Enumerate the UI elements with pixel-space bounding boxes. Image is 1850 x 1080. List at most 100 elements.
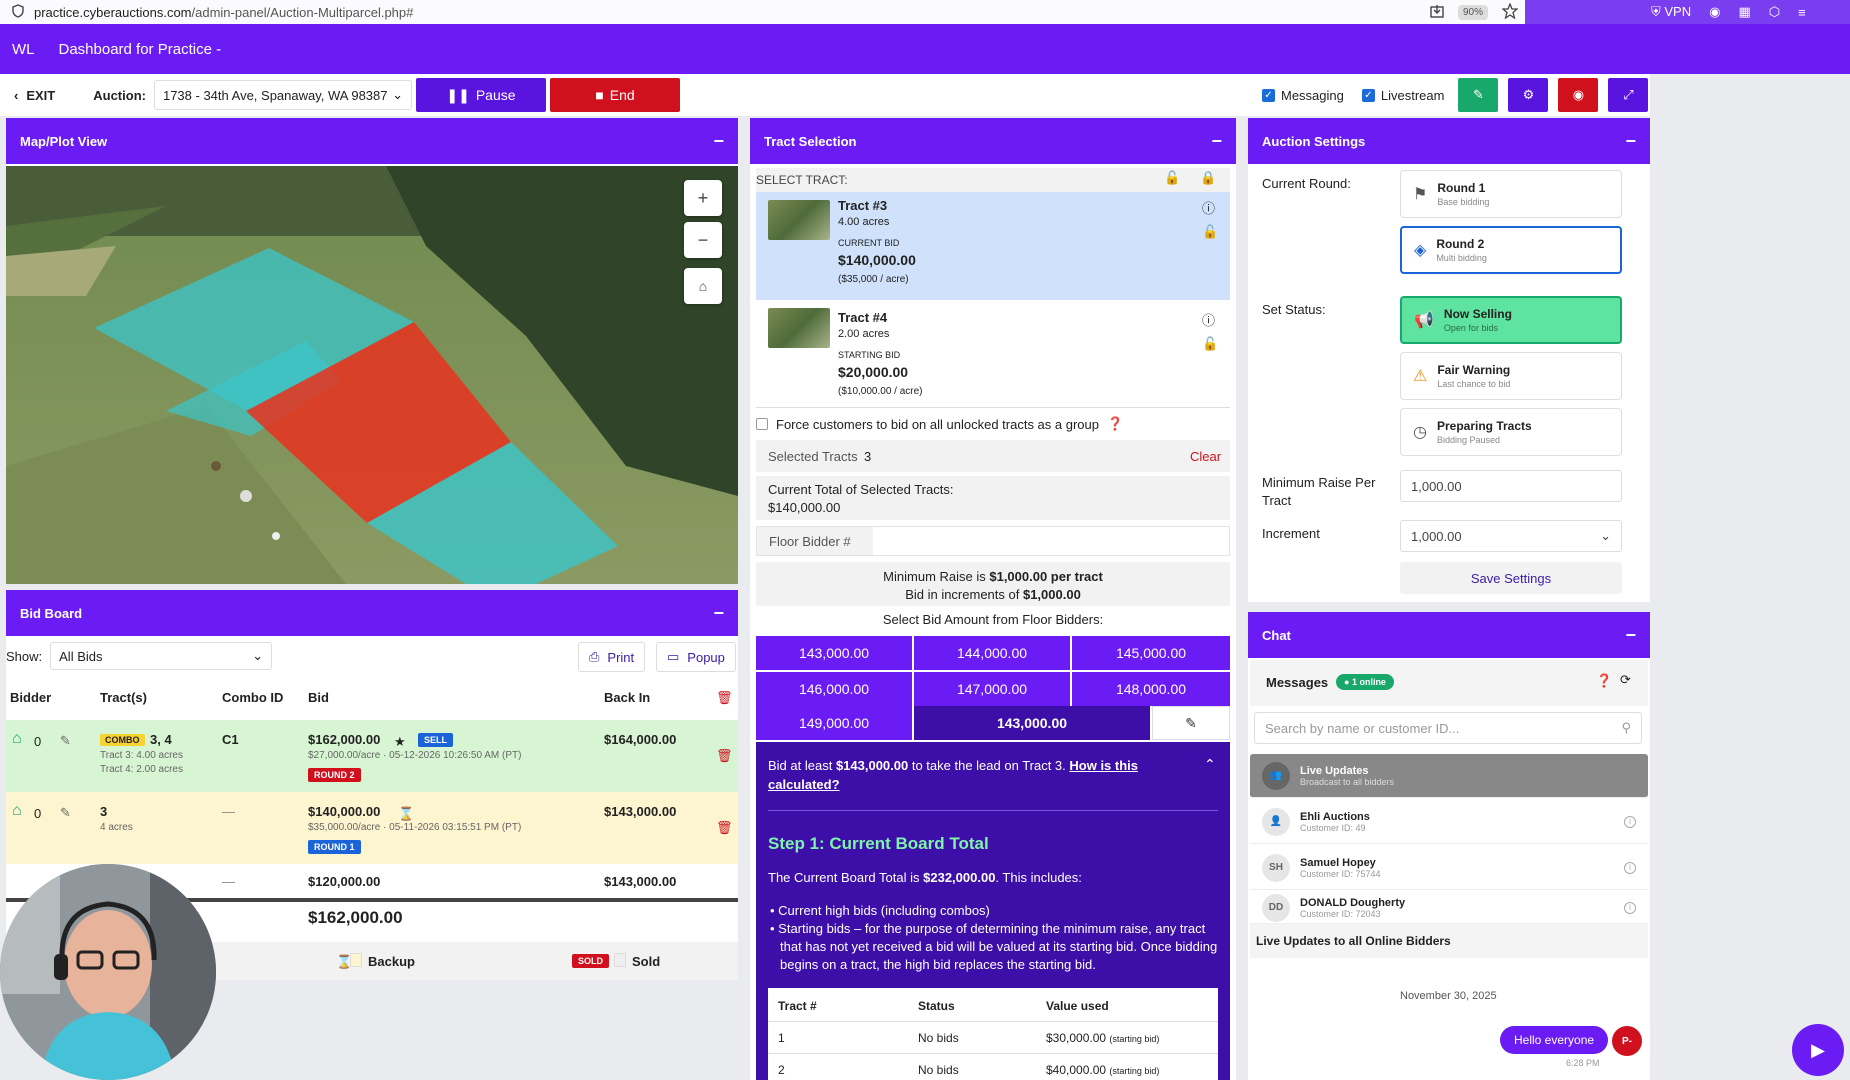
star-icon[interactable] — [1501, 2, 1519, 22]
chevron-up-icon[interactable]: ⌃ — [1204, 756, 1216, 773]
preview-button[interactable]: ◉ — [1558, 78, 1599, 112]
lock-all-icon[interactable]: 🔒 — [1200, 170, 1216, 186]
column-header: Status — [918, 999, 955, 1013]
minimize-icon[interactable]: − — [1625, 625, 1636, 646]
gear-icon: ⚙ — [1522, 87, 1535, 102]
zoom-out-button[interactable]: − — [684, 222, 722, 258]
pause-button[interactable]: ❚❚ Pause — [415, 78, 546, 112]
bid-amount-button[interactable]: 148,000.00 — [1072, 672, 1230, 706]
download-icon[interactable] — [1430, 4, 1444, 21]
bid-amount-button[interactable]: 145,000.00 — [1072, 636, 1230, 670]
chat-item-live-updates[interactable]: 👥 Live Updates Broadcast to all bidders — [1250, 754, 1648, 798]
chat-item[interactable]: SH Samuel Hopey Customer ID: 75744 i — [1250, 846, 1648, 890]
status-sub: Last chance to bid — [1437, 379, 1511, 389]
minimize-icon[interactable]: − — [713, 603, 724, 624]
trash-icon[interactable]: 🗑 — [716, 748, 733, 764]
avatar: DD — [1262, 893, 1290, 922]
trash-icon[interactable]: 🗑 — [716, 690, 733, 706]
address-bar[interactable]: practice.cyberauctions.com/admin-panel/A… — [0, 0, 1525, 24]
chat-panel-header: Chat − — [1248, 612, 1650, 658]
bid-amount-button[interactable]: 147,000.00 — [914, 672, 1070, 706]
livestream-checkbox[interactable]: ✓ Livestream — [1361, 88, 1444, 103]
minimize-icon[interactable]: − — [1211, 131, 1222, 152]
info-icon[interactable]: ⓘ — [1202, 198, 1215, 217]
star-icon[interactable]: ★ — [394, 734, 406, 750]
trash-icon[interactable]: 🗑 — [716, 820, 733, 836]
help-icon[interactable]: ❓ — [1107, 416, 1123, 432]
unlock-icon[interactable]: 🔓 — [1202, 224, 1218, 240]
end-button[interactable]: ■ End — [549, 78, 680, 112]
exit-button[interactable]: ‹ EXIT — [14, 88, 55, 103]
increment-select[interactable]: 1,000.00 ⌄ — [1400, 520, 1622, 552]
info-icon[interactable]: i — [1624, 815, 1636, 828]
home-icon[interactable]: ⌂ — [684, 268, 722, 304]
profile-icon[interactable]: ◉ — [1709, 4, 1720, 20]
settings-button[interactable]: ⚙ — [1508, 78, 1549, 112]
bid-amount-button[interactable]: 146,000.00 — [756, 672, 912, 706]
house-icon: ⌂ — [12, 730, 22, 747]
cell: $40,000.00 (starting bid) — [1046, 1063, 1160, 1077]
chat-search-input[interactable]: Search by name or customer ID... ⚲ — [1254, 712, 1642, 744]
print-button[interactable]: ⎙ Print — [578, 642, 646, 672]
app-logo[interactable]: WL — [12, 41, 35, 58]
zoom-level[interactable]: 90% — [1458, 5, 1489, 20]
refresh-icon[interactable]: ⟳ — [1620, 672, 1631, 688]
round-2-option[interactable]: ◈ Round 2 Multi bidding — [1400, 226, 1622, 274]
video-icon: ▶ — [1811, 1039, 1825, 1060]
unlock-all-icon[interactable]: 🔓 — [1164, 170, 1180, 186]
bid-filter-select[interactable]: All Bids ⌄ — [50, 642, 273, 670]
bid-explanation: Bid at least $143,000.00 to take the lea… — [756, 742, 1230, 1080]
info-icon[interactable]: i — [1624, 901, 1636, 914]
auction-select[interactable]: 1738 - 34th Ave, Spanaway, WA 98387 ⌄ — [153, 80, 412, 110]
now-selling-option[interactable]: 📢 Now Selling Open for bids — [1400, 296, 1622, 344]
fullscreen-button[interactable]: ⤢ — [1608, 78, 1649, 112]
popup-button[interactable]: ▭ Popup — [656, 642, 736, 672]
bid-amount-button[interactable]: 144,000.00 — [914, 636, 1070, 670]
aerial-map[interactable]: + − ⌂ — [6, 166, 738, 584]
table-row[interactable]: ⌂ 0 ✎ 3 4 acres — $140,000.00 ⌛ $35,000.… — [6, 792, 738, 864]
shield-icon — [12, 3, 24, 21]
select-tract-label: SELECT TRACT: — [756, 173, 848, 187]
force-group-checkbox[interactable] — [756, 418, 768, 430]
edit-icon: ✎ — [1185, 714, 1197, 731]
zoom-in-button[interactable]: + — [684, 180, 722, 216]
bidder-id: 0 — [34, 806, 42, 821]
round-1-option[interactable]: ⚑ Round 1 Base bidding — [1400, 170, 1622, 218]
bid-amount-button[interactable]: 143,000.00 — [756, 636, 912, 670]
menu-icon[interactable]: ≡ — [1798, 5, 1806, 20]
sell-badge[interactable]: SELL — [418, 733, 454, 747]
custom-bid-amount[interactable]: 143,000.00 — [914, 706, 1150, 740]
min-raise-input[interactable]: 1,000.00 — [1400, 470, 1622, 502]
edit-bid-button[interactable]: ✎ — [1152, 706, 1230, 740]
minimize-icon[interactable]: − — [713, 131, 724, 152]
floor-bidder-field[interactable]: Floor Bidder # — [756, 526, 1230, 556]
help-icon[interactable]: ❓ — [1596, 673, 1612, 689]
pencil-icon[interactable]: ✎ — [60, 805, 71, 821]
save-settings-button[interactable]: Save Settings — [1400, 562, 1622, 594]
unlock-icon[interactable]: 🔓 — [1202, 336, 1218, 352]
fair-warning-option[interactable]: ⚠ Fair Warning Last chance to bid — [1400, 352, 1622, 400]
preparing-tracts-option[interactable]: ◷ Preparing Tracts Bidding Paused — [1400, 408, 1622, 456]
avatar: SH — [1262, 853, 1290, 882]
extension-icon[interactable]: ⬡ — [1769, 4, 1780, 20]
webcam-image — [0, 864, 216, 1080]
tract-card-4[interactable]: Tract #4 2.00 acres STARTING BID $20,000… — [756, 300, 1230, 408]
warning-icon: ⚠ — [1413, 368, 1428, 385]
grid-icon[interactable]: ▦ — [1738, 4, 1750, 20]
messaging-checkbox[interactable]: ✓ Messaging — [1262, 88, 1344, 103]
chat-item[interactable]: 👤 Ehli Auctions Customer ID: 49 i — [1250, 800, 1648, 844]
edit-style-button[interactable]: ✎ — [1458, 78, 1499, 112]
info-icon[interactable]: i — [1624, 861, 1636, 874]
force-group-option[interactable]: Force customers to bid on all unlocked t… — [756, 416, 1123, 432]
bid-amount-button[interactable]: 149,000.00 — [756, 706, 912, 740]
clear-button[interactable]: Clear — [1190, 449, 1221, 464]
tract-card-3[interactable]: Tract #3 4.00 acres CURRENT BID $140,000… — [756, 192, 1230, 300]
pencil-icon[interactable]: ✎ — [60, 733, 71, 749]
minimize-icon[interactable]: − — [1625, 131, 1636, 152]
vpn-button[interactable]: ⛨ VPN — [1651, 4, 1691, 20]
chat-item[interactable]: DD DONALD Dougherty Customer ID: 72043 i — [1250, 892, 1648, 924]
table-row[interactable]: ⌂ 0 ✎ COMBO 3, 4 Tract 3: 4.00 acres Tra… — [6, 720, 738, 792]
info-icon[interactable]: ⓘ — [1202, 310, 1215, 329]
video-call-button[interactable]: ▶ — [1792, 1024, 1844, 1076]
avatar: 👤 — [1262, 807, 1290, 836]
